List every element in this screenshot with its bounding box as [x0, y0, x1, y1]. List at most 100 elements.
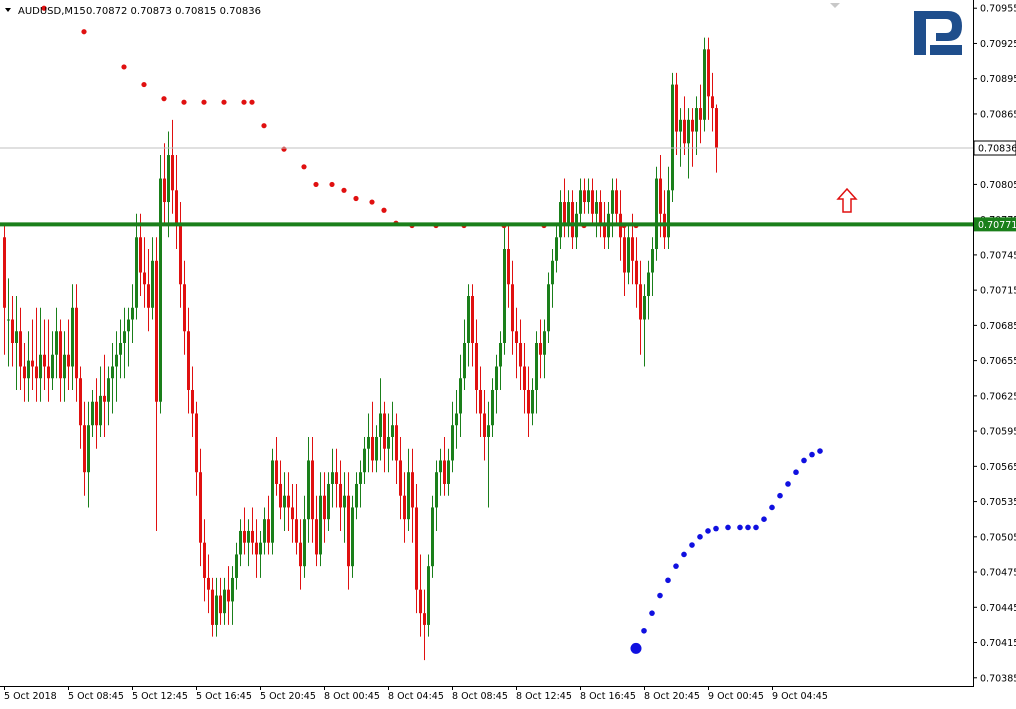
support-dot — [681, 551, 687, 558]
ohlc-label: 0.70872 0.70873 0.70815 0.70836 — [86, 6, 261, 17]
y-tick: 0.70805 — [973, 180, 1016, 191]
support-dot — [697, 534, 703, 540]
support-dot — [649, 610, 655, 616]
resistance-dot — [141, 81, 147, 88]
support-dot — [769, 504, 775, 511]
resistance-dot — [81, 29, 87, 35]
support-dot — [665, 577, 671, 584]
y-tick-label: 0.70625 — [980, 391, 1016, 402]
x-tick-label: 5 Oct 2018 — [4, 691, 57, 702]
candle — [655, 166, 658, 261]
resistance-dot — [381, 207, 387, 213]
candle — [671, 72, 674, 203]
symbol-label: AUDUSD,M15 — [18, 6, 86, 17]
y-tick: 0.70385 — [973, 673, 1016, 684]
support-dot — [705, 528, 711, 534]
y-tick-label: 0.70535 — [980, 497, 1016, 508]
resistance-dot — [301, 164, 307, 170]
candlestick-chart[interactable]: 0.709550.709250.708950.708650.708350.708… — [0, 0, 1016, 705]
level-price-label: 0.70771 — [974, 217, 1016, 232]
x-tick-label: 8 Oct 04:45 — [388, 691, 444, 702]
x-tick-label: 5 Oct 12:45 — [132, 691, 188, 702]
y-tick: 0.70595 — [973, 427, 1016, 438]
support-dot — [630, 642, 642, 654]
y-tick: 0.70445 — [973, 603, 1016, 614]
y-tick-label: 0.70865 — [980, 109, 1016, 120]
support-dot — [753, 524, 759, 531]
resistance-dot — [121, 64, 127, 70]
y-tick-label: 0.70685 — [980, 321, 1016, 332]
y-tick: 0.70415 — [973, 638, 1016, 649]
level-price-text: 0.70771 — [978, 220, 1016, 231]
y-tick: 0.70625 — [973, 391, 1016, 402]
y-tick: 0.70475 — [973, 568, 1016, 579]
y-tick-label: 0.70955 — [980, 4, 1016, 15]
resistance-dot — [313, 181, 319, 188]
resistance-dot — [341, 187, 347, 193]
y-tick-label: 0.70745 — [980, 250, 1016, 261]
x-tick-label: 5 Oct 16:45 — [196, 691, 252, 702]
support-dot — [689, 542, 695, 548]
candle — [159, 155, 162, 414]
y-tick-label: 0.70385 — [980, 673, 1016, 684]
broker-logo — [914, 11, 962, 55]
x-tick-label: 8 Oct 12:45 — [516, 691, 572, 702]
support-dot — [817, 448, 823, 454]
resistance-dot — [249, 99, 255, 105]
y-tick-label: 0.70445 — [980, 603, 1016, 614]
chart-background — [0, 0, 1016, 705]
x-tick-label: 8 Oct 20:45 — [644, 691, 700, 702]
y-tick: 0.70895 — [973, 74, 1016, 85]
resistance-dot — [369, 199, 375, 205]
support-dot — [713, 525, 719, 532]
support-dot — [641, 627, 647, 634]
resistance-dot — [261, 123, 267, 129]
resistance-dot — [353, 195, 359, 202]
candle — [351, 495, 354, 578]
candle — [271, 448, 274, 555]
x-tick-label: 8 Oct 16:45 — [580, 691, 636, 702]
candle — [703, 37, 706, 132]
y-tick: 0.70745 — [973, 250, 1016, 261]
support-dot — [673, 563, 679, 569]
y-tick: 0.70685 — [973, 321, 1016, 332]
y-tick-label: 0.70595 — [980, 427, 1016, 438]
y-tick-label: 0.70925 — [980, 39, 1016, 50]
x-tick-label: 5 Oct 20:45 — [260, 691, 316, 702]
y-tick-label: 0.70505 — [980, 532, 1016, 543]
support-dot — [801, 457, 807, 464]
y-tick: 0.70535 — [973, 497, 1016, 508]
x-tick-label: 5 Oct 08:45 — [68, 691, 124, 702]
y-tick: 0.70655 — [973, 356, 1016, 367]
resistance-dot — [201, 99, 207, 105]
candle — [427, 554, 430, 637]
current-price-text: 0.70836 — [978, 144, 1016, 155]
support-dot — [761, 516, 767, 522]
support-dot — [657, 592, 663, 599]
y-tick-label: 0.70895 — [980, 74, 1016, 85]
y-tick: 0.70505 — [973, 532, 1016, 543]
price-axis[interactable] — [973, 0, 1016, 705]
current-price-label: 0.70836 — [973, 140, 1016, 156]
resistance-dot — [281, 146, 287, 152]
y-tick: 0.70715 — [973, 286, 1016, 297]
chart-header: AUDUSD,M15 0.70872 0.70873 0.70815 0.708… — [5, 6, 261, 17]
candle — [431, 495, 434, 578]
support-dot — [745, 524, 751, 531]
chart-window[interactable]: 0.709550.709250.708950.708650.708350.708… — [0, 0, 1016, 705]
y-tick-label: 0.70805 — [980, 180, 1016, 191]
y-tick: 0.70865 — [973, 109, 1016, 120]
resistance-dot — [221, 99, 227, 105]
y-tick: 0.70955 — [973, 4, 1016, 15]
support-dot — [725, 524, 731, 531]
resistance-dot — [161, 96, 167, 102]
y-tick-label: 0.70715 — [980, 286, 1016, 297]
support-dot — [809, 451, 815, 458]
y-tick: 0.70925 — [973, 39, 1016, 50]
y-tick-label: 0.70475 — [980, 568, 1016, 579]
x-tick-label: 8 Oct 08:45 — [452, 691, 508, 702]
support-dot — [777, 492, 783, 499]
x-tick-label: 8 Oct 00:45 — [324, 691, 380, 702]
resistance-dot — [181, 99, 187, 105]
resistance-dot — [329, 181, 335, 188]
